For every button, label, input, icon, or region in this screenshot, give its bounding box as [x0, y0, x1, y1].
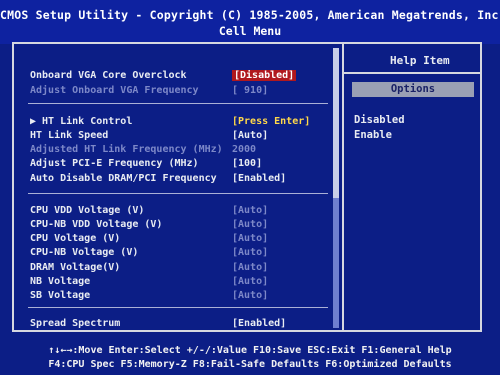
setting-label-nb-voltage[interactable]: NB Voltage — [30, 276, 90, 287]
app-title: CMOS Setup Utility - Copyright (C) 1985-… — [0, 8, 500, 22]
help-panel-rule — [344, 72, 482, 74]
setting-value-cpu-nb-vdd-voltage[interactable]: [Auto] — [232, 219, 268, 230]
title-banner: CMOS Setup Utility - Copyright (C) 1985-… — [0, 0, 500, 44]
settings-scrollbar[interactable] — [333, 48, 339, 328]
setting-label-cpu-vdd-voltage[interactable]: CPU VDD Voltage (V) — [30, 205, 144, 216]
help-option: Enable — [354, 129, 392, 141]
setting-value-ht-link-frequency: 2000 — [232, 144, 257, 155]
scrollbar-thumb[interactable] — [333, 48, 339, 198]
key-legend: ↑↓←→:Move Enter:Select +/-/:Value F10:Sa… — [0, 338, 500, 375]
setting-value-nb-voltage[interactable]: [Auto] — [232, 276, 268, 287]
setting-value-vga-frequency: [ 910] — [232, 85, 269, 96]
setting-label-vga-core-overclock[interactable]: Onboard VGA Core Overclock — [30, 70, 187, 81]
setting-label-cpu-nb-voltage[interactable]: CPU-NB Voltage (V) — [30, 247, 138, 258]
key-legend-line-2: F4:CPU Spec F5:Memory-Z F8:Fail-Safe Def… — [48, 359, 452, 370]
help-panel-title: Help Item — [390, 54, 450, 67]
key-legend-line-1: ↑↓←→:Move Enter:Select +/-/:Value F10:Sa… — [48, 345, 452, 356]
setting-label-dram-voltage[interactable]: DRAM Voltage(V) — [30, 262, 120, 273]
setting-label-cpu-nb-vdd-voltage[interactable]: CPU-NB VDD Voltage (V) — [30, 219, 162, 230]
setting-value-pcie-frequency[interactable]: [100] — [232, 158, 262, 169]
setting-label-auto-disable-dram-pci[interactable]: Auto Disable DRAM/PCI Frequency — [30, 173, 217, 184]
setting-value-ht-link-speed[interactable]: [Auto] — [232, 130, 268, 141]
setting-value-vga-core-overclock[interactable]: [Disabled] — [232, 70, 297, 81]
section-divider — [28, 307, 328, 308]
setting-value-cpu-voltage[interactable]: [Auto] — [232, 233, 268, 244]
options-header: Options — [352, 82, 474, 97]
section-divider — [28, 193, 328, 194]
panel-divider — [342, 44, 344, 332]
setting-label-ht-link-frequency: Adjusted HT Link Frequency (MHz) — [30, 144, 223, 155]
section-divider — [28, 103, 328, 104]
setting-value-cpu-vdd-voltage[interactable]: [Auto] — [232, 205, 268, 216]
setting-value-sb-voltage[interactable]: [Auto] — [232, 290, 268, 301]
setting-value-spread-spectrum[interactable]: [Enabled] — [232, 318, 286, 329]
selected-value[interactable]: [Disabled] — [232, 70, 297, 81]
help-option: Disabled — [354, 114, 405, 126]
setting-label-ht-link-speed[interactable]: HT Link Speed — [30, 130, 108, 141]
setting-value-cpu-nb-voltage[interactable]: [Auto] — [232, 247, 268, 258]
setting-label-ht-link-control[interactable]: ▶ HT Link Control — [30, 116, 132, 127]
setting-label-cpu-voltage[interactable]: CPU Voltage (V) — [30, 233, 120, 244]
setting-value-auto-disable-dram-pci[interactable]: [Enabled] — [232, 173, 286, 184]
setting-label-spread-spectrum[interactable]: Spread Spectrum — [30, 318, 120, 329]
menu-title: Cell Menu — [218, 24, 282, 38]
setting-label-pcie-frequency[interactable]: Adjust PCI-E Frequency (MHz) — [30, 158, 199, 169]
setting-label-sb-voltage[interactable]: SB Voltage — [30, 290, 90, 301]
setting-label-vga-frequency: Adjust Onboard VGA Frequency — [30, 85, 199, 96]
setting-value-ht-link-control[interactable]: [Press Enter] — [232, 116, 310, 127]
setting-value-dram-voltage[interactable]: [Auto] — [232, 262, 268, 273]
